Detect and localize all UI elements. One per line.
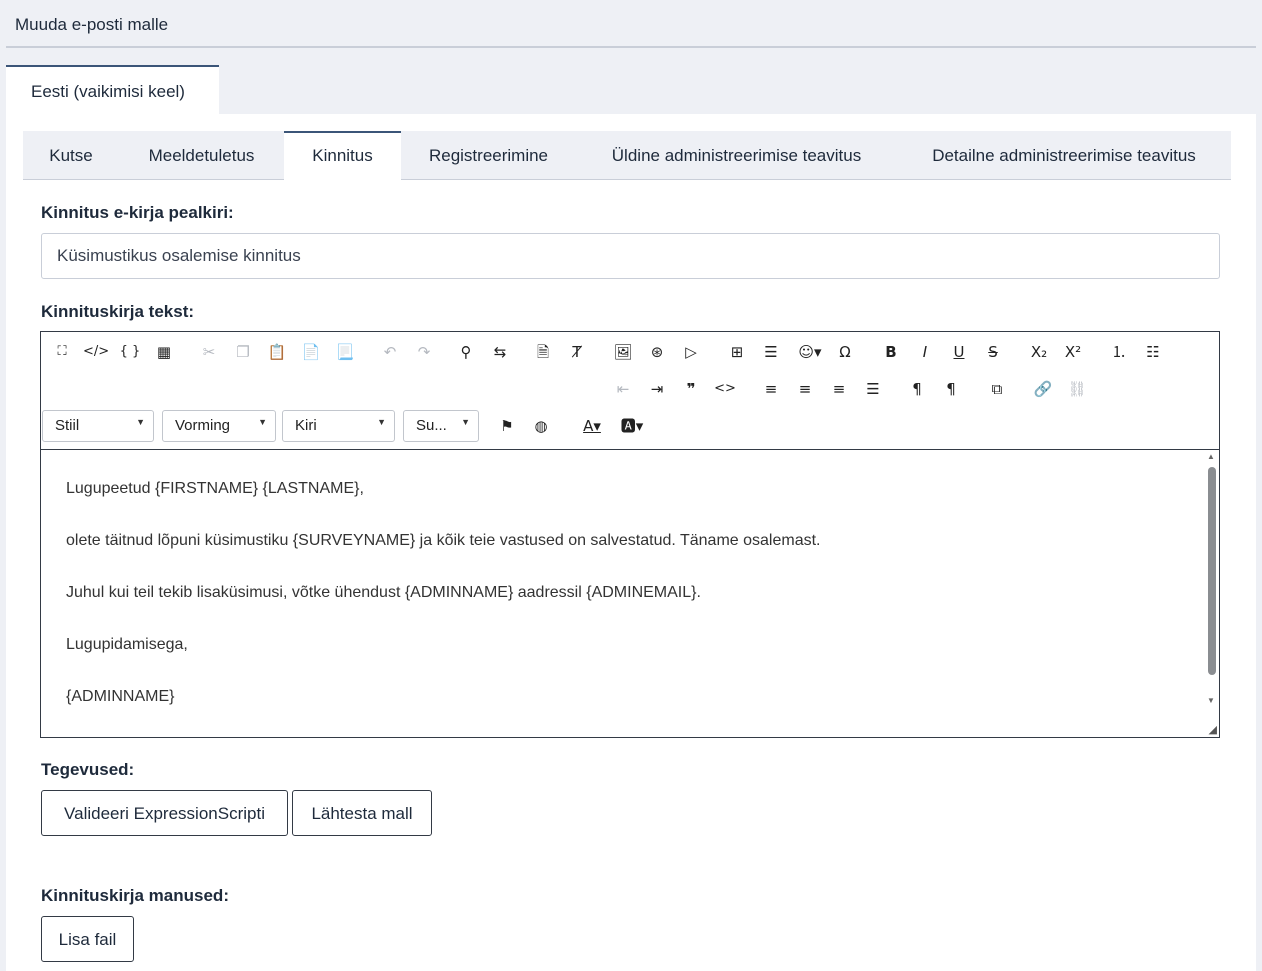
image-icon[interactable]: 🖼	[610, 339, 636, 365]
curly-braces-icon[interactable]: { }	[117, 339, 143, 365]
font-combo[interactable]: Kiri ▼	[282, 410, 395, 442]
tab-uldine-admin-teavitus[interactable]: Üldine administreerimise teavitus	[576, 131, 897, 180]
body-label: Kinnituskirja tekst:	[41, 302, 195, 321]
tab-kutse[interactable]: Kutse	[23, 131, 119, 180]
redo-icon[interactable]: ↷	[411, 339, 437, 365]
align-right-icon[interactable]: ≡	[826, 376, 852, 402]
source-code-icon[interactable]: </>	[83, 339, 109, 365]
copy-icon[interactable]: ❐	[230, 339, 256, 365]
numbered-list-icon[interactable]: ⒈	[1106, 339, 1132, 365]
body-paragraph-closing: Lugupidamisega,	[66, 636, 188, 653]
find-icon[interactable]: ⚲	[453, 339, 479, 365]
paste-icon[interactable]: 📋	[264, 339, 290, 365]
align-center-icon[interactable]: ≡	[792, 376, 818, 402]
cut-icon[interactable]: ✂	[196, 339, 222, 365]
paste-text-icon[interactable]: 📄	[298, 339, 324, 365]
rich-text-editor: ⛶ </> { } ▦ ✂ ❐ 📋 📄 📃 ↶ ↷ ⚲ ⇆ 🗎 Ⱦ 🖼 ⊛ ▷ …	[40, 331, 1220, 738]
bold-icon[interactable]: B	[878, 339, 904, 365]
subscript-icon[interactable]: X₂	[1026, 339, 1052, 365]
email-template-page: Muuda e-posti malle Eesti (vaikimisi kee…	[6, 0, 1256, 971]
replace-icon[interactable]: ⇆	[487, 339, 513, 365]
outdent-icon[interactable]: ⇤	[610, 376, 636, 402]
body-paragraph-signature: {ADMINNAME}	[66, 688, 175, 705]
italic-icon[interactable]: I	[912, 339, 938, 365]
align-left-icon[interactable]: ≡	[758, 376, 784, 402]
chevron-down-icon: ▼	[461, 417, 470, 427]
size-combo-label: Su...	[416, 417, 447, 434]
scroll-down-arrow-icon[interactable]: ▼	[1207, 696, 1215, 705]
media-icon[interactable]: ▷	[678, 339, 704, 365]
tab-meeldetuletus[interactable]: Meeldetuletus	[119, 131, 284, 180]
body-paragraph-greeting: Lugupeetud {FIRSTNAME} {LASTNAME},	[66, 480, 364, 497]
select-all-icon[interactable]: 🗎	[530, 339, 556, 365]
add-file-button[interactable]: Lisa fail	[41, 916, 134, 962]
editor-toolbar: ⛶ </> { } ▦ ✂ ❐ 📋 📄 📃 ↶ ↷ ⚲ ⇆ 🗎 Ⱦ 🖼 ⊛ ▷ …	[41, 332, 1219, 450]
language-globe-icon[interactable]: ◍	[528, 413, 554, 439]
remove-format-icon[interactable]: Ⱦ	[564, 339, 590, 365]
body-paragraph-contact: Juhul kui teil tekib lisaküsimusi, võtke…	[66, 584, 701, 601]
style-combo[interactable]: Stiil ▼	[42, 410, 154, 442]
underline-icon[interactable]: U	[946, 339, 972, 365]
template-type-tabs: Kutse Meeldetuletus Kinnitus Registreeri…	[23, 131, 1231, 181]
special-char-icon[interactable]: Ω	[832, 339, 858, 365]
attachments-label: Kinnituskirja manused:	[41, 886, 229, 905]
superscript-icon[interactable]: X²	[1060, 339, 1086, 365]
unlink-icon[interactable]: ⛓	[1064, 376, 1090, 402]
editor-content[interactable]: Lugupeetud {FIRSTNAME} {LASTNAME}, olete…	[41, 450, 1205, 737]
subject-label: Kinnitus e-kirja pealkiri:	[41, 203, 234, 222]
grid-icon[interactable]: ▦	[151, 339, 177, 365]
smiley-icon[interactable]: ☺▾	[793, 339, 827, 365]
text-color-icon[interactable]: A▾	[575, 413, 609, 439]
tab-registreerimine[interactable]: Registreerimine	[401, 131, 576, 180]
text-direction-ltr-icon[interactable]: ¶	[904, 376, 930, 402]
iframe-icon[interactable]: ⧉	[984, 376, 1010, 402]
undo-icon[interactable]: ↶	[377, 339, 403, 365]
chevron-down-icon: ▼	[136, 417, 145, 427]
scroll-up-arrow-icon[interactable]: ▲	[1207, 452, 1215, 461]
chevron-down-icon: ▼	[377, 417, 386, 427]
strikethrough-icon[interactable]: S	[980, 339, 1006, 365]
tab-language-estonian[interactable]: Eesti (vaikimisi keel)	[6, 65, 219, 114]
maximize-icon[interactable]: ⛶	[49, 339, 75, 365]
tab-kinnitus[interactable]: Kinnitus	[284, 131, 401, 181]
style-combo-label: Stiil	[55, 417, 80, 434]
size-combo[interactable]: Su... ▼	[403, 410, 479, 442]
format-combo[interactable]: Vorming ▼	[162, 410, 276, 442]
code-block-icon[interactable]: <>	[712, 376, 738, 402]
indent-icon[interactable]: ⇥	[644, 376, 670, 402]
editor-scrollbar[interactable]: ▲ ▼	[1205, 450, 1219, 737]
tab-detailne-admin-teavitus[interactable]: Detailne administreerimise teavitus	[897, 131, 1231, 180]
chevron-down-icon: ▼	[258, 417, 267, 427]
actions-label: Tegevused:	[41, 760, 135, 779]
background-color-icon[interactable]: 🅰▾	[615, 413, 649, 439]
link-icon[interactable]: 🔗	[1030, 376, 1056, 402]
header-bar: Muuda e-posti malle	[6, 0, 1256, 48]
table-icon[interactable]: ⊞	[724, 339, 750, 365]
font-combo-label: Kiri	[295, 417, 317, 434]
format-combo-label: Vorming	[175, 417, 231, 434]
text-direction-rtl-icon[interactable]: ¶	[938, 376, 964, 402]
blockquote-icon[interactable]: ❞	[678, 376, 704, 402]
page-title: Muuda e-posti malle	[15, 15, 169, 34]
flag-icon[interactable]: ⚑	[494, 413, 520, 439]
horizontal-rule-icon[interactable]: ☰	[758, 339, 784, 365]
paste-word-icon[interactable]: 📃	[332, 339, 358, 365]
flash-icon[interactable]: ⊛	[644, 339, 670, 365]
reset-template-button[interactable]: Lähtesta mall	[292, 790, 432, 836]
bulleted-list-icon[interactable]: ☷	[1140, 339, 1166, 365]
validate-expressionscript-button[interactable]: Valideeri ExpressionScripti	[41, 790, 288, 836]
body-paragraph-completion: olete täitnud lõpuni küsimustiku {SURVEY…	[66, 532, 821, 549]
align-justify-icon[interactable]: ☰	[860, 376, 886, 402]
scrollbar-thumb[interactable]	[1208, 467, 1216, 675]
resize-grip-icon[interactable]: ◢	[1209, 723, 1217, 736]
subject-input[interactable]: Küsimustikus osalemise kinnitus	[41, 233, 1220, 279]
